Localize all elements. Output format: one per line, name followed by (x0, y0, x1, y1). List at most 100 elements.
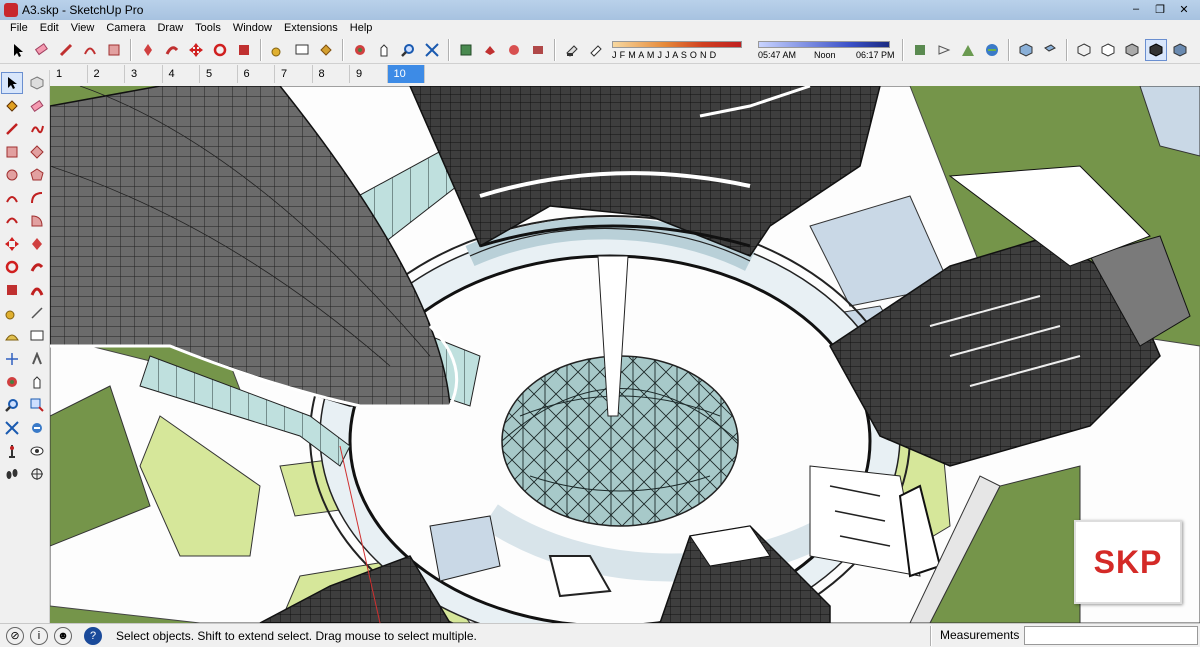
eraser-icon[interactable] (31, 39, 53, 61)
scene-tab-1[interactable]: 1 (50, 65, 88, 83)
menu-edit[interactable]: Edit (34, 22, 65, 34)
iso-view-icon[interactable] (1015, 39, 1037, 61)
xray-style-icon[interactable] (1073, 39, 1095, 61)
3d-text-icon[interactable] (26, 348, 48, 370)
move-palette-icon[interactable] (1, 233, 23, 255)
shadows-toggle-icon[interactable] (561, 39, 583, 61)
rectangle-tool-icon[interactable] (103, 39, 125, 61)
menu-help[interactable]: Help (344, 22, 379, 34)
previous-view-icon[interactable] (26, 417, 48, 439)
measurements-input[interactable] (1024, 626, 1198, 645)
credits-info-icon[interactable]: i (30, 626, 48, 645)
geo-location-status-icon[interactable]: ⊘ (6, 626, 24, 645)
rotated-rectangle-icon[interactable] (26, 141, 48, 163)
push-pull-icon[interactable] (137, 39, 159, 61)
text-palette-icon[interactable] (26, 325, 48, 347)
model-viewport[interactable]: SKP (50, 86, 1200, 623)
polygon-tool-icon[interactable] (26, 164, 48, 186)
three-point-arc-icon[interactable] (1, 210, 23, 232)
pie-tool-icon[interactable] (26, 210, 48, 232)
shadow-date-slider[interactable]: J F M A M J J A S O N D (612, 38, 752, 62)
make-component-icon[interactable] (26, 72, 48, 94)
freehand-icon[interactable] (26, 118, 48, 140)
menu-tools[interactable]: Tools (189, 22, 227, 34)
select-tool-icon[interactable] (7, 39, 29, 61)
zoom-icon[interactable] (397, 39, 419, 61)
scene-tab-2[interactable]: 2 (88, 65, 125, 83)
offset-tool-icon[interactable] (26, 279, 48, 301)
menu-window[interactable]: Window (227, 22, 278, 34)
textured-style-icon[interactable] (1145, 38, 1167, 61)
scene-tab-5[interactable]: 5 (200, 65, 238, 83)
menu-draw[interactable]: Draw (151, 22, 189, 34)
push-pull-palette-icon[interactable] (26, 233, 48, 255)
time-slider-track[interactable] (758, 40, 890, 48)
pan-palette-icon[interactable] (26, 371, 48, 393)
fog-toggle-icon[interactable] (585, 39, 607, 61)
hidden-line-icon[interactable] (1097, 39, 1119, 61)
scene-tab-10[interactable]: 10 (387, 65, 425, 83)
rectangle-palette-icon[interactable] (1, 141, 23, 163)
paint-bucket-palette-icon[interactable] (1, 95, 23, 117)
google-earth-icon[interactable] (981, 39, 1003, 61)
select-arrow-icon[interactable] (1, 72, 23, 94)
arc-tool-icon[interactable] (1, 187, 23, 209)
axes-tool-icon[interactable] (1, 348, 23, 370)
section-plane-icon[interactable] (26, 463, 48, 485)
zoom-palette-icon[interactable] (1, 394, 23, 416)
follow-me-icon[interactable] (161, 39, 183, 61)
minimize-button[interactable]: – (1124, 0, 1148, 18)
text-tool-icon[interactable] (291, 39, 313, 61)
paint-bucket-icon[interactable] (315, 39, 337, 61)
instructor-help-icon[interactable]: ? (84, 626, 102, 645)
menu-extensions[interactable]: Extensions (278, 22, 344, 34)
zoom-extents-palette-icon[interactable] (1, 417, 23, 439)
position-camera-icon[interactable] (1, 440, 23, 462)
warehouse-icon[interactable] (455, 39, 477, 61)
look-around-icon[interactable] (26, 440, 48, 462)
zoom-extents-icon[interactable] (421, 39, 443, 61)
line-palette-icon[interactable] (1, 118, 23, 140)
move-tool-icon[interactable] (185, 39, 207, 61)
pan-icon[interactable] (373, 39, 395, 61)
tape-measure-palette-icon[interactable] (1, 302, 23, 324)
geo-location-icon[interactable] (909, 39, 931, 61)
orbit-icon[interactable] (349, 39, 371, 61)
protractor-icon[interactable] (1, 325, 23, 347)
menu-camera[interactable]: Camera (100, 22, 151, 34)
extension-warehouse-icon[interactable] (527, 39, 549, 61)
scale-tool-icon[interactable] (233, 39, 255, 61)
rotate-palette-icon[interactable] (1, 256, 23, 278)
scene-tab-6[interactable]: 6 (238, 65, 275, 83)
zoom-window-icon[interactable] (26, 394, 48, 416)
restore-button[interactable]: ❐ (1148, 0, 1172, 18)
orbit-palette-icon[interactable] (1, 371, 23, 393)
two-point-arc-icon[interactable] (26, 187, 48, 209)
scene-tab-9[interactable]: 9 (350, 65, 388, 83)
close-button[interactable]: ✕ (1172, 0, 1196, 18)
date-slider-track[interactable] (612, 40, 742, 48)
top-view-icon[interactable] (1039, 39, 1061, 61)
share-model-icon[interactable] (479, 39, 501, 61)
shape-tool-icon[interactable] (79, 39, 101, 61)
scale-palette-icon[interactable] (1, 279, 23, 301)
follow-me-palette-icon[interactable] (26, 256, 48, 278)
walk-icon[interactable] (1, 463, 23, 485)
scene-tab-4[interactable]: 4 (163, 65, 200, 83)
monochrome-style-icon[interactable] (1169, 39, 1191, 61)
eraser-palette-icon[interactable] (26, 95, 48, 117)
dimension-tool-icon[interactable] (26, 302, 48, 324)
user-account-icon[interactable]: ☻ (54, 626, 72, 645)
shadow-time-slider[interactable]: 05:47 AM Noon 06:17 PM (758, 38, 898, 62)
add-location-icon[interactable] (933, 39, 955, 61)
line-tool-icon[interactable] (55, 39, 77, 61)
scene-tab-8[interactable]: 8 (313, 65, 350, 83)
menu-file[interactable]: File (4, 22, 34, 34)
terrain-icon[interactable] (957, 39, 979, 61)
menu-view[interactable]: View (65, 22, 101, 34)
shaded-style-icon[interactable] (1121, 39, 1143, 61)
components-icon[interactable] (503, 39, 525, 61)
rotate-tool-icon[interactable] (209, 39, 231, 61)
scene-tab-7[interactable]: 7 (275, 65, 313, 83)
scene-tab-3[interactable]: 3 (125, 65, 163, 83)
